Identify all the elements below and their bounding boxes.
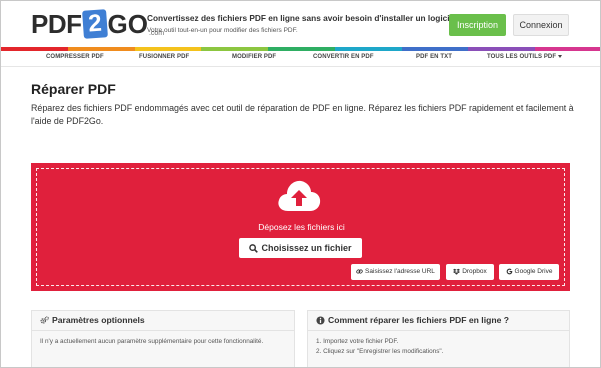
google-icon xyxy=(506,268,512,275)
howto-panel-header: Comment réparer les fichiers PDF en lign… xyxy=(308,311,569,331)
enter-url-label: Saisissez l'adresse URL xyxy=(365,268,435,275)
chevron-down-icon xyxy=(558,54,563,58)
gears-icon xyxy=(40,316,49,324)
search-icon xyxy=(249,244,259,253)
header-tagline: Convertissez des fichiers PDF en ligne s… xyxy=(147,13,459,23)
howto-panel: Comment réparer les fichiers PDF en lign… xyxy=(307,310,570,367)
dropbox-button[interactable]: Dropbox xyxy=(446,264,494,280)
nav-item-label: TOUS LES OUTILS PDF xyxy=(487,54,557,60)
nav-item-label: PDF EN TXT xyxy=(416,54,453,60)
drop-files-text: Déposez les fichiers ici xyxy=(258,222,345,232)
signup-button[interactable]: Inscription xyxy=(449,14,506,36)
header: PDF 2 GO .com Convertissez des fichiers … xyxy=(1,1,600,47)
nav-item-label: COMPRESSER PDF xyxy=(46,54,104,60)
dropbox-icon xyxy=(453,268,461,275)
options-panel-title: Paramètres optionnels xyxy=(52,315,145,325)
cloud-upload-icon xyxy=(278,180,321,211)
info-circle-icon xyxy=(316,316,325,325)
page-description: Réparez des fichiers PDF endommagés avec… xyxy=(31,103,574,126)
google-drive-button[interactable]: Google Drive xyxy=(499,264,559,280)
main-nav: COMPRESSER PDF FUSIONNER PDF MODIFIER PD… xyxy=(1,51,600,67)
pdf2go-logo[interactable]: PDF 2 GO .com xyxy=(31,9,164,39)
nav-item-label: FUSIONNER PDF xyxy=(139,54,190,60)
howto-step: 1. Importez votre fichier PDF. xyxy=(316,338,399,345)
page-title: Réparer PDF xyxy=(31,81,116,97)
howto-steps-list: 1. Importez votre fichier PDF. 2. Clique… xyxy=(308,331,569,363)
choose-file-label: Choisissez un fichier xyxy=(261,243,352,253)
options-panel-header: Paramètres optionnels xyxy=(32,311,294,331)
nav-item-label: MODIFIER PDF xyxy=(232,54,277,60)
choose-file-button[interactable]: Choisissez un fichier xyxy=(239,238,362,258)
header-subtagline: Votre outil tout-en-un pour modifier des… xyxy=(147,27,298,34)
nav-item-label: CONVERTIR EN PDF xyxy=(313,54,374,60)
nav-item-pdf-en-txt[interactable]: PDF EN TXT xyxy=(416,54,452,60)
logo-text-2: 2 xyxy=(81,9,108,39)
howto-panel-title: Comment réparer les fichiers PDF en lign… xyxy=(328,315,509,325)
options-panel-body: Il n'y a actuellement aucun paramètre su… xyxy=(40,338,264,345)
enter-url-button[interactable]: Saisissez l'adresse URL xyxy=(351,264,440,280)
nav-item-fusionner-pdf[interactable]: FUSIONNER PDF xyxy=(139,54,189,60)
nav-item-compresser-pdf[interactable]: COMPRESSER PDF xyxy=(46,54,104,60)
logo-text-go: GO xyxy=(107,9,148,39)
google-drive-label: Google Drive xyxy=(514,268,553,275)
nav-item-tous-les-outils[interactable]: TOUS LES OUTILS PDF xyxy=(487,54,563,60)
howto-step: 2. Cliquez sur "Enregistrer les modifica… xyxy=(316,348,444,355)
nav-item-convertir-en-pdf[interactable]: CONVERTIR EN PDF xyxy=(313,54,374,60)
options-panel: Paramètres optionnels Il n'y a actuellem… xyxy=(31,310,295,367)
logo-text-pdf: PDF xyxy=(31,9,82,39)
nav-item-modifier-pdf[interactable]: MODIFIER PDF xyxy=(232,54,276,60)
login-button[interactable]: Connexion xyxy=(513,14,569,36)
link-icon xyxy=(356,269,363,274)
dropbox-label: Dropbox xyxy=(462,268,487,275)
page: PDF 2 GO .com Convertissez des fichiers … xyxy=(0,0,601,368)
